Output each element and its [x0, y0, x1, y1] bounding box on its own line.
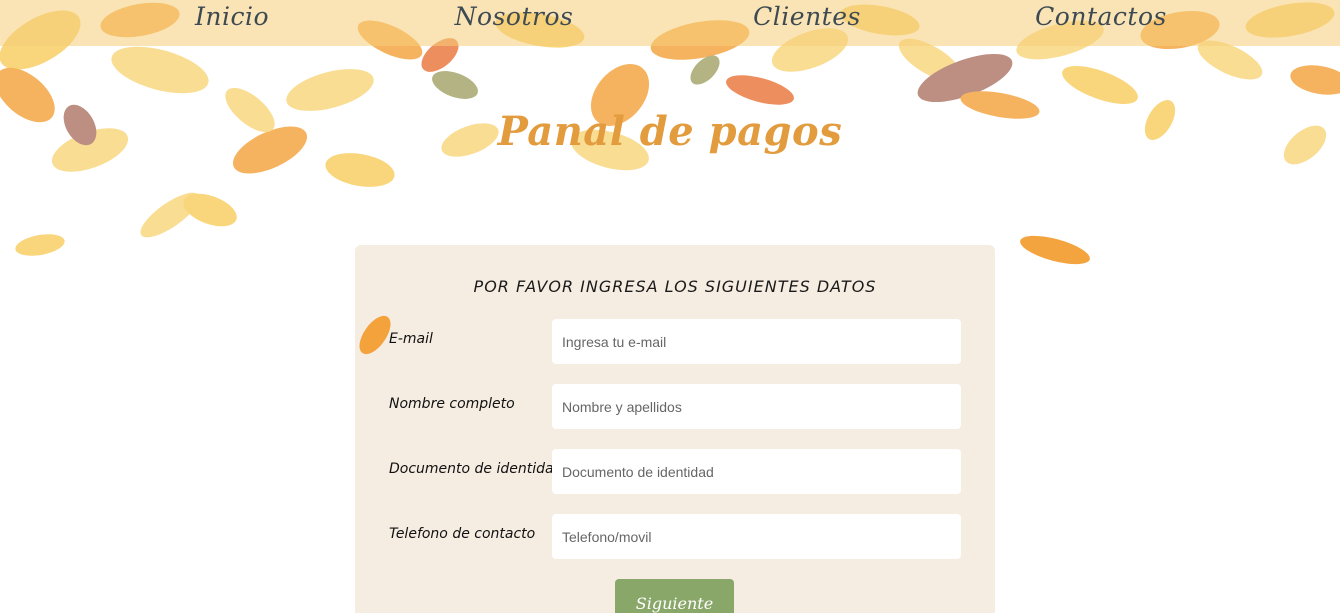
- phone-field[interactable]: [552, 514, 961, 559]
- form-row-full-name: Nombre completo: [355, 384, 995, 429]
- phone-label: Telefono de contacto: [389, 526, 536, 542]
- full-name-label: Nombre completo: [389, 396, 515, 412]
- nav-item-clientes[interactable]: Clientes: [753, 0, 861, 34]
- form-row-email: E-mail: [355, 319, 995, 364]
- nav-item-contactos[interactable]: Contactos: [1035, 0, 1167, 34]
- form-row-id-document: Documento de identidad: [355, 449, 995, 494]
- payment-form-panel: POR FAVOR INGRESA LOS SIGUIENTES DATOS E…: [355, 245, 995, 613]
- id-document-field[interactable]: [552, 449, 961, 494]
- id-document-label: Documento de identidad: [389, 461, 563, 477]
- form-row-phone: Telefono de contacto: [355, 514, 995, 559]
- email-field[interactable]: [552, 319, 961, 364]
- nav-item-inicio[interactable]: Inicio: [195, 0, 269, 34]
- nav-item-nosotros[interactable]: Nosotros: [455, 0, 574, 34]
- next-button[interactable]: Siguiente: [615, 579, 734, 613]
- full-name-field[interactable]: [552, 384, 961, 429]
- form-heading: POR FAVOR INGRESA LOS SIGUIENTES DATOS: [473, 277, 877, 296]
- falling-leaf-icon: [1020, 235, 1090, 265]
- page-title: Panal de pagos: [497, 108, 843, 155]
- top-navigation: Inicio Nosotros Clientes Contactos: [0, 0, 1340, 46]
- falling-leaf-icon: [359, 315, 391, 355]
- page: Inicio Nosotros Clientes Contactos Panal…: [0, 0, 1340, 613]
